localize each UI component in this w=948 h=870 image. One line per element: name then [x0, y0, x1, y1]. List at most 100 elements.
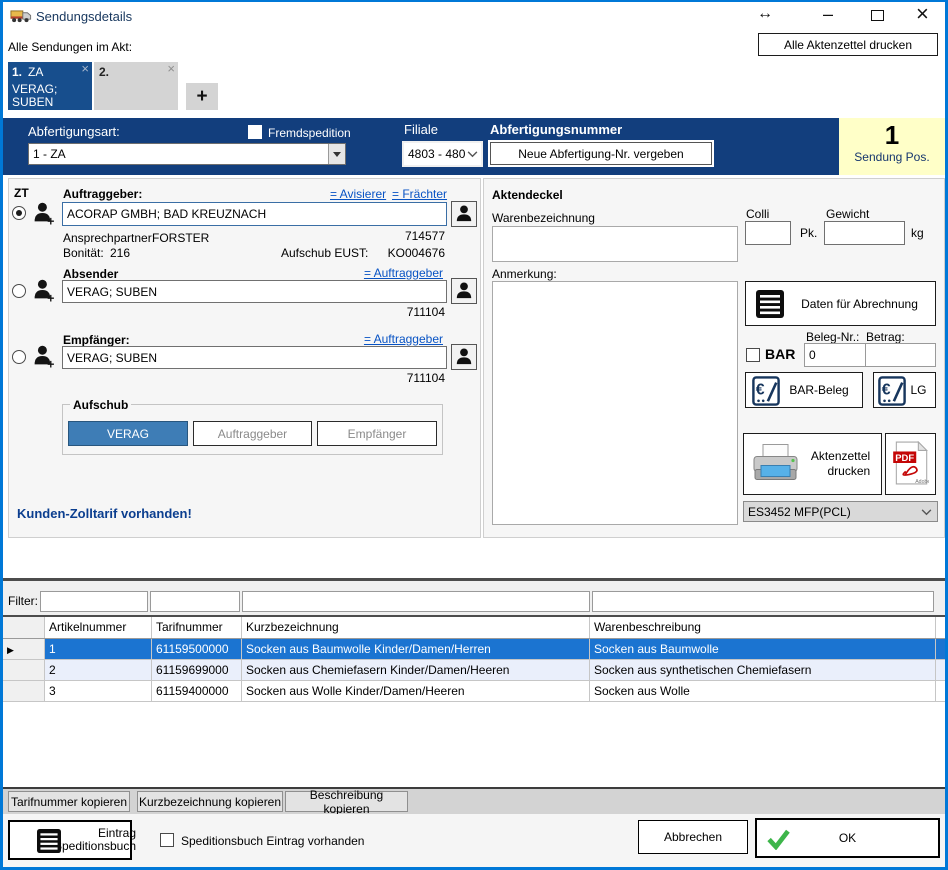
- header-kurzbezeichnung[interactable]: Kurzbezeichnung: [242, 617, 590, 638]
- empfaenger-input[interactable]: [62, 346, 447, 369]
- pdf-button[interactable]: PDF Adobe: [885, 433, 936, 495]
- ok-button[interactable]: OK: [755, 818, 940, 858]
- table-row[interactable]: ▶ 1 61159500000 Socken aus Baumwolle Kin…: [3, 639, 945, 660]
- person-icon: [455, 281, 473, 302]
- abfertigungsnummer-label: Abfertigungsnummer: [490, 122, 622, 137]
- aufschub-auftraggeber-button[interactable]: Auftraggeber: [193, 421, 312, 446]
- header-artikelnummer[interactable]: Artikelnummer: [45, 617, 152, 638]
- aktenzettel-drucken-button[interactable]: Aktenzettel drucken: [743, 433, 882, 495]
- auftraggeber-input[interactable]: [62, 202, 447, 226]
- table-row[interactable]: 2 61159699000 Socken aus Chemiefasern Ki…: [3, 660, 945, 681]
- close-icon[interactable]: ×: [916, 1, 929, 27]
- speditionsbuch-checkbox[interactable]: [160, 833, 174, 847]
- table-row[interactable]: 3 61159400000 Socken aus Wolle Kinder/Da…: [3, 681, 945, 702]
- tab2-close-icon[interactable]: ×: [167, 61, 175, 76]
- print-all-aktenzettel-button[interactable]: Alle Aktenzettel drucken: [758, 33, 938, 56]
- eintrag-speditionsbuch-button[interactable]: Eintrag Speditionsbuch: [8, 820, 132, 860]
- filiale-value: 4803 - 480: [404, 147, 467, 161]
- person-add-icon[interactable]: +: [33, 278, 56, 308]
- abfertigungsart-dropdown[interactable]: 1 - ZA: [28, 143, 346, 165]
- filter-input-1[interactable]: [40, 591, 148, 612]
- bar-checkbox[interactable]: [746, 348, 760, 362]
- bonitaet-label: Bonität:: [63, 246, 104, 260]
- betrag-input[interactable]: [865, 343, 936, 367]
- empfaenger-contact-button[interactable]: [451, 344, 477, 370]
- anmerkung-textarea[interactable]: [492, 281, 738, 525]
- list-icon: [756, 290, 784, 321]
- minimize-icon[interactable]: –: [823, 4, 833, 25]
- cell-artikelnummer[interactable]: 2: [45, 660, 152, 680]
- avisierer-link[interactable]: = Avisierer: [330, 187, 386, 201]
- printer-dropdown[interactable]: ES3452 MFP(PCL): [743, 501, 938, 522]
- row-selector: [3, 681, 45, 701]
- row-marker-icon: ▶: [7, 645, 14, 655]
- daten-abrechnung-button[interactable]: Daten für Abrechnung: [745, 281, 936, 326]
- dropdown-arrow-icon[interactable]: [328, 144, 345, 164]
- absender-contact-button[interactable]: [451, 278, 477, 304]
- filiale-dropdown[interactable]: 4803 - 480: [402, 141, 483, 167]
- aufschub-empfaenger-button[interactable]: Empfänger: [317, 421, 437, 446]
- cell-warenbeschreibung[interactable]: Socken aus Wolle: [590, 681, 936, 701]
- beschreibung-kopieren-button[interactable]: Beschreibung kopieren: [285, 791, 408, 812]
- colli-input[interactable]: [745, 221, 791, 245]
- cell-tarifnummer[interactable]: 61159699000: [152, 660, 242, 680]
- cell-kurzbezeichnung[interactable]: Socken aus Baumwolle Kinder/Damen/Herren: [242, 639, 590, 659]
- cell-tarifnummer[interactable]: 61159500000: [152, 639, 242, 659]
- filter-input-2[interactable]: [150, 591, 240, 612]
- zt-radio-absender[interactable]: [12, 284, 26, 298]
- kurzbezeichnung-kopieren-button[interactable]: Kurzbezeichnung kopieren: [137, 791, 283, 812]
- chevron-down-icon[interactable]: [467, 147, 481, 161]
- tab1-close-icon[interactable]: ×: [81, 61, 89, 76]
- neue-abfertigungsnummer-button[interactable]: Neue Abfertigung-Nr. vergeben: [490, 142, 712, 165]
- absender-auftraggeber-link[interactable]: = Auftraggeber: [364, 266, 443, 280]
- filter-input-3[interactable]: [242, 591, 590, 612]
- cell-kurzbezeichnung[interactable]: Socken aus Wolle Kinder/Damen/Heeren: [242, 681, 590, 701]
- bar-beleg-button[interactable]: € BAR-Beleg: [745, 372, 863, 408]
- table-header-row: Artikelnummer Tarifnummer Kurzbezeichnun…: [3, 617, 945, 639]
- filter-label: Filter:: [8, 594, 38, 608]
- cell-artikelnummer[interactable]: 1: [45, 639, 152, 659]
- fremdspedition-checkbox[interactable]: [248, 125, 262, 139]
- empfaenger-auftraggeber-link[interactable]: = Auftraggeber: [364, 332, 443, 346]
- cell-artikelnummer[interactable]: 3: [45, 681, 152, 701]
- zt-radio-auftraggeber[interactable]: [12, 206, 26, 220]
- absender-input[interactable]: [62, 280, 447, 303]
- gewicht-input[interactable]: [824, 221, 905, 245]
- aktenzettel-label-line2: drucken: [811, 464, 870, 479]
- add-tab-button[interactable]: +: [186, 83, 218, 110]
- abfertigungsart-value: 1 - ZA: [29, 147, 328, 161]
- tab1-line3: SUBEN: [12, 95, 53, 109]
- zt-radio-empfaenger[interactable]: [12, 350, 26, 364]
- ok-label: OK: [839, 831, 856, 845]
- svg-text:Adobe: Adobe: [915, 478, 929, 484]
- chevron-down-icon[interactable]: [921, 505, 937, 519]
- tab-sendung-1[interactable]: 1. ZA × VERAG; SUBEN: [8, 62, 92, 110]
- fraechter-link[interactable]: = Frächter: [392, 187, 447, 201]
- cell-warenbeschreibung[interactable]: Socken aus synthetischen Chemiefasern: [590, 660, 936, 680]
- gewicht-unit: kg: [911, 226, 924, 240]
- abbrechen-button[interactable]: Abbrechen: [638, 820, 748, 854]
- absender-number: 711104: [407, 305, 445, 319]
- cell-kurzbezeichnung[interactable]: Socken aus Chemiefasern Kinder/Damen/Hee…: [242, 660, 590, 680]
- header-selector: [3, 617, 45, 638]
- header-tarifnummer[interactable]: Tarifnummer: [152, 617, 242, 638]
- resize-arrows-icon[interactable]: ↔: [757, 5, 773, 23]
- person-add-icon[interactable]: +: [33, 201, 56, 231]
- svg-text:€: €: [882, 382, 891, 399]
- person-add-icon[interactable]: +: [33, 344, 56, 374]
- header-warenbeschreibung[interactable]: Warenbeschreibung: [590, 617, 936, 638]
- tarifnummer-kopieren-button[interactable]: Tarifnummer kopieren: [8, 791, 130, 812]
- aufschub-verag-button[interactable]: VERAG: [68, 421, 188, 446]
- warenbezeichnung-textarea[interactable]: [492, 226, 738, 262]
- tab-sendung-2[interactable]: 2. ×: [94, 62, 178, 110]
- lg-button[interactable]: € LG: [873, 372, 936, 408]
- maximize-icon[interactable]: [871, 10, 884, 21]
- printer-value: ES3452 MFP(PCL): [744, 505, 921, 519]
- betrag-label: Betrag:: [866, 330, 905, 344]
- auftraggeber-contact-button[interactable]: [451, 201, 477, 227]
- position-box: 1 Sendung Pos.: [839, 118, 945, 175]
- cell-warenbeschreibung[interactable]: Socken aus Baumwolle: [590, 639, 936, 659]
- daten-abrechnung-label: Daten für Abrechnung: [801, 297, 918, 311]
- filter-input-4[interactable]: [592, 591, 934, 612]
- cell-tarifnummer[interactable]: 61159400000: [152, 681, 242, 701]
